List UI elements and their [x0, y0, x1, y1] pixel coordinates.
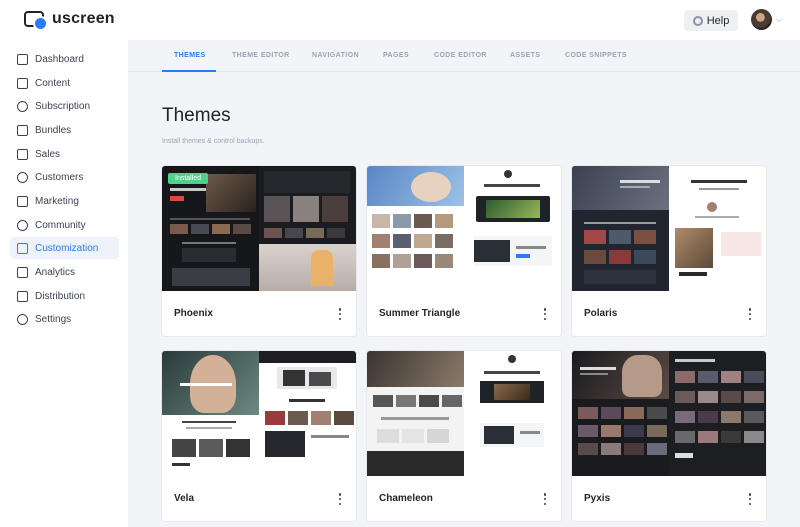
theme-name: Vela [174, 493, 195, 504]
more-options-icon[interactable] [543, 308, 547, 320]
sidebar-item-label: Sales [35, 148, 61, 160]
tab-assets[interactable]: ASSETS [510, 52, 540, 59]
theme-preview[interactable] [162, 351, 356, 476]
sidebar-item-label: Distribution [35, 290, 86, 302]
theme-card-chameleon[interactable]: Chameleon [367, 351, 561, 521]
active-tab-indicator [162, 70, 216, 72]
card-footer: Vela [162, 476, 356, 521]
sidebar-item-sales[interactable]: Sales [10, 143, 119, 165]
uscreen-logo-icon [24, 11, 48, 31]
theme-card-polaris[interactable]: Polaris [572, 166, 766, 336]
sidebar-item-dashboard[interactable]: Dashboard [10, 48, 119, 70]
users-icon [17, 171, 28, 183]
card-footer: Pyxis [572, 476, 766, 521]
sidebar: Dashboard Content Subscription Bundles S… [0, 40, 128, 527]
sidebar-item-label: Bundles [35, 124, 72, 136]
more-options-icon[interactable] [748, 493, 752, 505]
help-label: Help [706, 14, 730, 27]
theme-name: Summer Triangle [379, 308, 461, 319]
sidebar-item-label: Community [35, 219, 86, 231]
sidebar-item-label: Subscription [35, 100, 91, 112]
tab-theme-editor[interactable]: THEME EDITOR [232, 52, 290, 59]
edit-icon [17, 242, 28, 254]
theme-card-phoenix[interactable]: Installed Phoenix [162, 166, 356, 336]
theme-card-summer-triangle[interactable]: Summer Triangle [367, 166, 561, 336]
card-footer: Phoenix [162, 291, 356, 336]
sidebar-item-label: Marketing [35, 195, 79, 207]
theme-preview[interactable] [367, 351, 561, 476]
sidebar-item-customization[interactable]: Customization [10, 237, 119, 259]
gear-icon [17, 313, 28, 325]
sidebar-item-distribution[interactable]: Distribution [10, 285, 119, 307]
sidebar-item-content[interactable]: Content [10, 72, 119, 94]
tab-themes[interactable]: THEMES [174, 52, 206, 59]
more-options-icon[interactable] [338, 308, 342, 320]
sidebar-item-community[interactable]: Community [10, 214, 119, 236]
grid-icon [17, 53, 28, 65]
brand-name: uscreen [52, 10, 115, 27]
money-icon [17, 148, 28, 160]
sidebar-item-customers[interactable]: Customers [10, 166, 119, 188]
theme-name: Phoenix [174, 308, 213, 319]
page-title: Themes [162, 105, 231, 126]
more-options-icon[interactable] [543, 493, 547, 505]
tab-code-editor[interactable]: CODE EDITOR [434, 52, 487, 59]
theme-preview[interactable] [572, 166, 766, 291]
refresh-icon [17, 100, 28, 112]
card-footer: Chameleon [367, 476, 561, 521]
card-footer: Summer Triangle [367, 291, 561, 336]
sidebar-item-label: Content [35, 77, 71, 89]
user-avatar[interactable] [751, 9, 772, 30]
folder-icon [17, 77, 28, 89]
card-footer: Polaris [572, 291, 766, 336]
theme-card-vela[interactable]: Vela [162, 351, 356, 521]
sidebar-item-marketing[interactable]: Marketing [10, 190, 119, 212]
tab-code-snippets[interactable]: CODE SNIPPETS [565, 52, 627, 59]
chart-icon [17, 266, 28, 278]
theme-name: Pyxis [584, 493, 611, 504]
sidebar-item-label: Dashboard [35, 53, 84, 65]
sidebar-item-settings[interactable]: Settings [10, 308, 119, 330]
tab-navigation[interactable]: NAVIGATION [312, 52, 359, 59]
devices-icon [17, 290, 28, 302]
theme-name: Polaris [584, 308, 618, 319]
sidebar-item-analytics[interactable]: Analytics [10, 261, 119, 283]
tab-bar: THEMES THEME EDITOR NAVIGATION PAGES COD… [128, 40, 800, 72]
theme-preview[interactable] [162, 166, 356, 291]
theme-card-pyxis[interactable]: Pyxis [572, 351, 766, 521]
lifebuoy-icon [692, 15, 703, 26]
main-content: THEMES THEME EDITOR NAVIGATION PAGES COD… [128, 40, 800, 527]
brand-logo[interactable]: uscreen [24, 10, 115, 31]
sidebar-item-label: Customization [35, 242, 99, 254]
sidebar-item-bundles[interactable]: Bundles [10, 119, 119, 141]
chat-icon [17, 219, 28, 231]
sidebar-item-subscription[interactable]: Subscription [10, 95, 119, 117]
help-button[interactable]: Help [684, 10, 738, 31]
megaphone-icon [17, 195, 28, 207]
more-options-icon[interactable] [748, 308, 752, 320]
theme-name: Chameleon [379, 493, 433, 504]
box-icon [17, 124, 28, 136]
chevron-down-icon[interactable]: ⌵ [776, 15, 782, 25]
sidebar-item-label: Customers [35, 171, 84, 183]
installed-badge: Installed [168, 173, 209, 184]
sidebar-item-label: Settings [35, 313, 72, 325]
more-options-icon[interactable] [338, 493, 342, 505]
top-bar: uscreen Help ⌵ [0, 0, 800, 40]
theme-preview[interactable] [572, 351, 766, 476]
sidebar-item-label: Analytics [35, 266, 76, 278]
page-subtitle: Install themes & control backups. [162, 138, 265, 145]
tab-pages[interactable]: PAGES [383, 52, 409, 59]
theme-preview[interactable] [367, 166, 561, 291]
